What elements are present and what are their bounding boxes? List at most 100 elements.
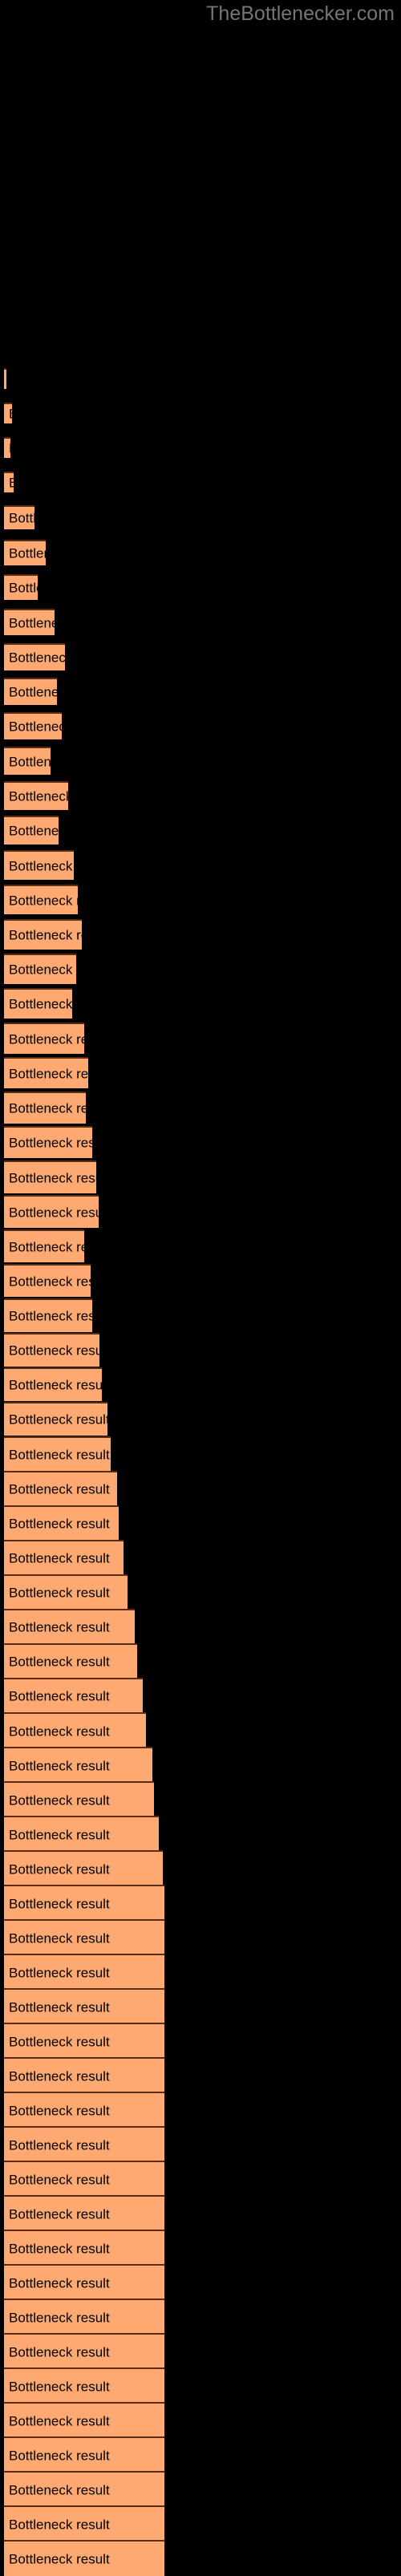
bar-23: Bottleneck result [4, 1126, 92, 1158]
bar-label: Bottleneck result [9, 1205, 99, 1220]
bar-34: Bottleneck result [4, 1505, 119, 1540]
bar-label: Bottleneck result [9, 1688, 110, 1704]
bar-47: Bottleneck result [4, 1954, 164, 1990]
bar-35: Bottleneck result [4, 1540, 124, 1574]
bar-label: Bottleneck result [9, 858, 74, 873]
bar-label: Bottleneck result [9, 1930, 110, 1946]
bar-label: Bottleneck result [9, 2517, 110, 2532]
bar-label: Bottleneck result [9, 1031, 84, 1047]
bar-label: Bottleneck result [9, 1619, 110, 1635]
bar-label: Bottleneck result [9, 2068, 110, 2084]
bar-label: Bottleneck result [9, 2172, 110, 2187]
bar-10: Bottleneck result [4, 678, 57, 705]
bar-17: Bottleneck result [4, 919, 82, 950]
bar-label: Bottleneck result [9, 2137, 110, 2153]
bar-label: Bottleneck result [9, 2379, 110, 2394]
bar-label: Bottleneck result [9, 650, 65, 666]
bar-label: Bottleneck result [9, 1585, 110, 1601]
bar-33: Bottleneck result [4, 1471, 117, 1505]
bar-label: Bottleneck result [9, 2206, 110, 2222]
bar-label: Bottleneck result [9, 719, 62, 735]
bar-18: Bottleneck result [4, 954, 76, 984]
bar-label: Bottleneck result [9, 1758, 110, 1773]
bar-label: Bottleneck result [9, 2482, 110, 2497]
bar-label: Bottleneck result [9, 476, 14, 491]
bar-label: Bottleneck result [9, 1447, 110, 1462]
bar-label: Bottleneck result [9, 1135, 92, 1151]
bar-label: Bottleneck result [9, 1999, 110, 2015]
bar-label: Bottleneck result [9, 2344, 110, 2359]
bar-62: Bottleneck result [4, 2471, 164, 2507]
bar-25: Bottleneck result [4, 1195, 99, 1228]
bar-49: Bottleneck result [4, 2023, 164, 2059]
bar-58: Bottleneck result [4, 2333, 164, 2369]
bar-40: Bottleneck result [4, 1712, 146, 1748]
bar-16: Bottleneck result [4, 885, 78, 914]
bar-22: Bottleneck result [4, 1092, 86, 1124]
bar-label: Bottleneck result [9, 1066, 88, 1081]
bar-label: Bottleneck result [9, 1170, 96, 1185]
bar-15: Bottleneck result [4, 850, 74, 880]
bar-5: Bottleneck result [4, 505, 34, 529]
bar-label: Bottleneck result [9, 1516, 110, 1531]
bar-8: Bottleneck result [4, 609, 55, 635]
bar-label: Bottleneck result [9, 2103, 110, 2118]
bar-13: Bottleneck result [4, 781, 68, 810]
bar-7: Bottleneck result [4, 574, 38, 600]
bar-21: Bottleneck result [4, 1057, 88, 1088]
bottleneck-chart-root: TheBottlenecker.com Bottleneck resultBot… [0, 0, 401, 2576]
bar-3: Bottleneck result [4, 437, 10, 458]
bar-label: Bottleneck result [9, 1827, 110, 1842]
bar-9: Bottleneck result [4, 643, 65, 670]
bar-label: Bottleneck result [9, 1412, 107, 1428]
bar-label: Bottleneck result [9, 2275, 110, 2290]
bar-label: Bottleneck result [9, 754, 51, 769]
bar-label: Bottleneck result [9, 1723, 110, 1739]
bar-45: Bottleneck result [4, 1885, 164, 1921]
bar-39: Bottleneck result [4, 1678, 143, 1713]
bar-63: Bottleneck result [4, 2505, 164, 2542]
bar-1: Bottleneck result [4, 368, 6, 389]
bar-55: Bottleneck result [4, 2230, 164, 2266]
bar-label: Bottleneck result [9, 1343, 99, 1359]
bar-label: Bottleneck result [9, 1896, 110, 1911]
bar-57: Bottleneck result [4, 2299, 164, 2335]
bar-43: Bottleneck result [4, 1816, 159, 1852]
bar-56: Bottleneck result [4, 2264, 164, 2300]
bar-label: Bottleneck result [9, 1377, 102, 1393]
bar-label: Bottleneck result [9, 893, 78, 908]
bar-52: Bottleneck result [4, 2126, 164, 2162]
bar-48: Bottleneck result [4, 1988, 164, 2024]
bar-label: Bottleneck result [9, 2034, 110, 2049]
bar-20: Bottleneck result [4, 1023, 84, 1054]
bar-38: Bottleneck result [4, 1643, 137, 1679]
bar-51: Bottleneck result [4, 2092, 164, 2128]
bar-label: Bottleneck result [9, 510, 34, 526]
bar-59: Bottleneck result [4, 2367, 164, 2404]
bar-label: Bottleneck result [9, 545, 46, 561]
bar-46: Bottleneck result [4, 1919, 164, 1955]
bar-label: Bottleneck result [9, 1550, 110, 1565]
bar-label: Bottleneck result [9, 2413, 110, 2428]
bar-14: Bottleneck result [4, 816, 59, 844]
bar-label: Bottleneck result [9, 1965, 110, 1980]
bar-label: Bottleneck result [9, 1861, 110, 1877]
bar-label: Bottleneck result [9, 1100, 86, 1116]
bar-31: Bottleneck result [4, 1402, 107, 1436]
bar-label: Bottleneck result [9, 996, 72, 1012]
bar-12: Bottleneck result [4, 747, 51, 775]
bar-54: Bottleneck result [4, 2195, 164, 2231]
bar-label: Bottleneck result [9, 1654, 110, 1670]
bar-label: Bottleneck result [9, 580, 38, 596]
bar-11: Bottleneck result [4, 712, 62, 739]
bar-6: Bottleneck result [4, 540, 46, 565]
bar-53: Bottleneck result [4, 2161, 164, 2197]
bar-label: Bottleneck result [9, 2241, 110, 2256]
bar-64: Bottleneck result [4, 2540, 164, 2576]
bar-label: Bottleneck result [9, 615, 55, 630]
bar-29: Bottleneck result [4, 1333, 99, 1367]
bar-label: Bottleneck result [9, 1274, 91, 1289]
bar-label: Bottleneck result [9, 1481, 110, 1497]
bar-42: Bottleneck result [4, 1781, 154, 1817]
bar-label: Bottleneck result [9, 1792, 110, 1808]
